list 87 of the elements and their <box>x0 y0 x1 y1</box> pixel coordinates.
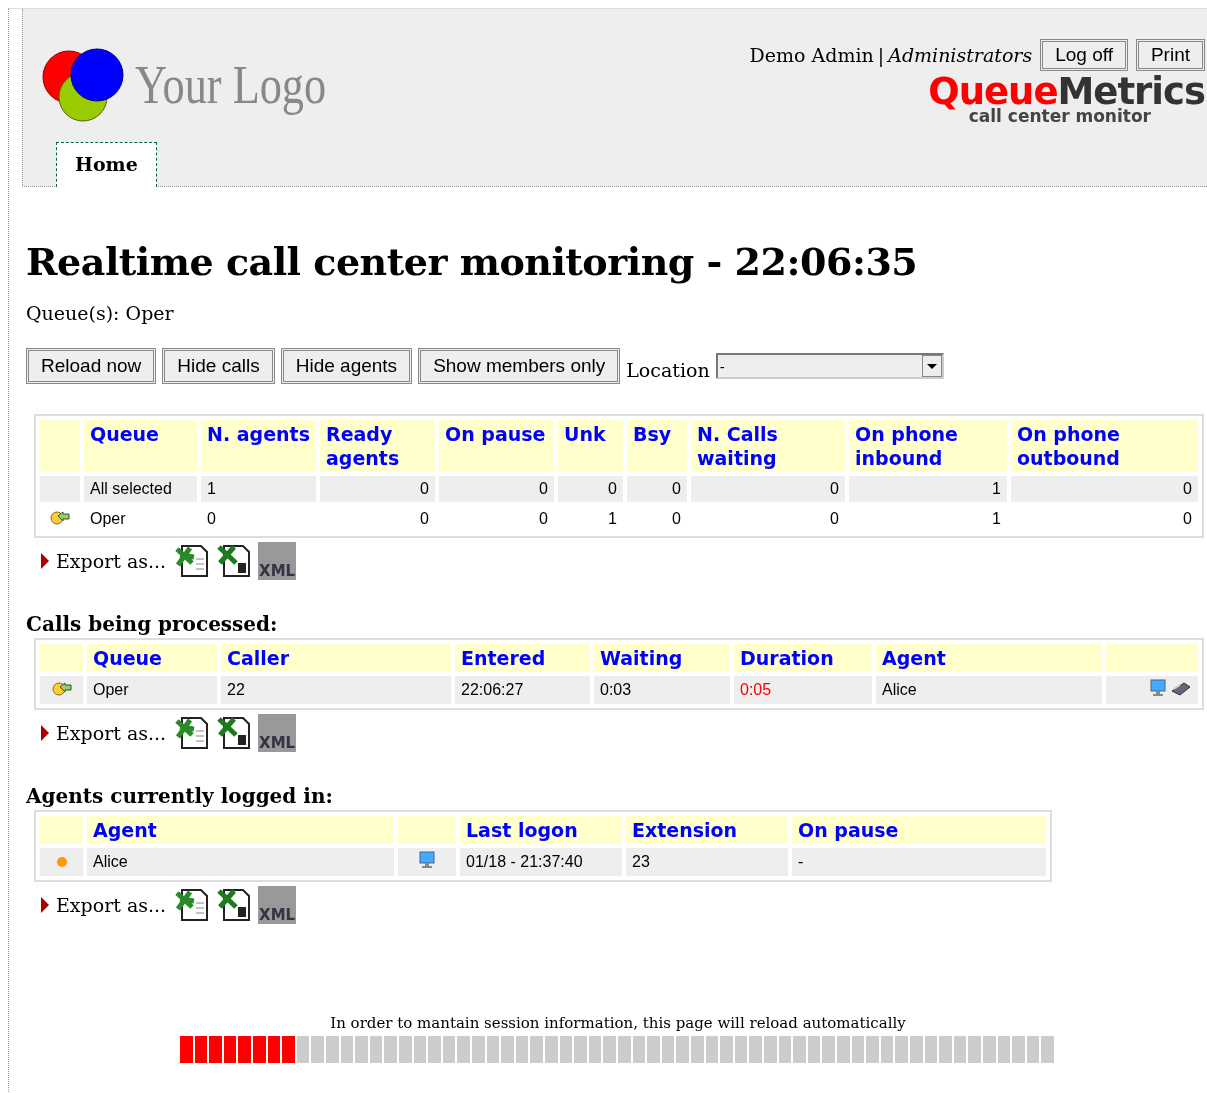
column-header[interactable]: On phone inbound <box>849 420 1007 472</box>
table-cell: 1 <box>201 476 316 502</box>
spreadsheet-icon[interactable] <box>174 543 211 579</box>
monitor-icon[interactable] <box>1150 679 1166 697</box>
user-name: Demo Admin <box>749 44 874 66</box>
export-link[interactable]: Export as... <box>56 894 167 916</box>
logo-text: Your Logo <box>135 54 327 116</box>
table-cell: 22 <box>221 676 451 704</box>
table-cell: 0 <box>691 476 845 502</box>
table-cell: 0 <box>439 476 554 502</box>
table-cell: 0:05 <box>734 676 872 704</box>
column-header[interactable]: Bsy <box>627 420 687 472</box>
toolbar-button[interactable]: Hide calls <box>162 348 275 384</box>
xml-icon[interactable]: XML <box>258 714 297 752</box>
table-cell-text: 0 <box>671 509 682 529</box>
xml-icon[interactable]: XML <box>258 886 297 924</box>
table-cell: Alice <box>87 848 394 876</box>
column-header[interactable]: Duration <box>734 644 872 672</box>
table-cell: 23 <box>626 848 788 876</box>
toolbar-button[interactable]: Show members only <box>418 348 621 384</box>
column-header[interactable]: Queue <box>84 420 197 472</box>
column-header[interactable]: Queue <box>87 644 217 672</box>
toolbar-button[interactable]: Hide agents <box>280 348 413 384</box>
queue-icon <box>51 680 72 696</box>
page-title: Realtime call center monitoring - 22:06:35 <box>26 239 919 284</box>
table-cell: 0:03 <box>594 676 730 704</box>
queue-icon <box>50 509 70 525</box>
column-header[interactable]: On phone outbound <box>1011 420 1198 472</box>
column-header[interactable]: On pause <box>439 420 554 472</box>
column-header[interactable]: N. agents <box>201 420 316 472</box>
queues-text: Queue(s): Oper <box>26 302 175 324</box>
column-header[interactable]: Unk <box>558 420 623 472</box>
nav-tab[interactable]: Home <box>56 142 157 187</box>
table-cell: All selected <box>84 476 197 502</box>
bullet-icon <box>40 724 50 742</box>
table-cell-text: 0 <box>206 509 217 529</box>
bullet-icon <box>40 552 50 570</box>
table-cell: 1 <box>849 476 1007 502</box>
column-header[interactable]: N. Calls waiting <box>691 420 845 472</box>
phone-icon[interactable] <box>1170 681 1192 697</box>
column-header[interactable]: Entered <box>455 644 590 672</box>
table-cell: 01/18 - 21:37:40 <box>460 848 622 876</box>
bullet-icon <box>40 896 50 914</box>
xml-icon[interactable]: XML <box>258 542 297 580</box>
table-cell-text: 0 <box>538 509 549 529</box>
export-link[interactable]: Export as... <box>56 722 167 744</box>
location-select[interactable]: - <box>715 353 944 379</box>
table-cell: 0 <box>320 476 435 502</box>
table-cell-text: 1 <box>607 509 618 529</box>
logo-icon <box>41 47 127 123</box>
spreadsheet-icon[interactable] <box>216 887 253 923</box>
separator: | <box>877 44 885 66</box>
section-title: Agents currently logged in: <box>26 784 334 808</box>
column-header[interactable]: Extension <box>626 816 788 844</box>
column-header[interactable]: Last logon <box>460 816 622 844</box>
table-cell-text: Oper <box>89 509 127 529</box>
monitor-icon[interactable] <box>419 851 435 869</box>
table-cell: - <box>792 848 1046 876</box>
header-button[interactable]: Log off <box>1040 39 1128 71</box>
header-button[interactable]: Print <box>1135 39 1205 71</box>
table-cell: 0 <box>1011 476 1198 502</box>
user-role: Administrators <box>888 44 1033 66</box>
caret-icon[interactable] <box>921 355 942 377</box>
table-cell: Alice <box>876 676 1102 704</box>
table-cell: 22:06:27 <box>455 676 590 704</box>
section-title: Calls being processed: <box>26 612 279 636</box>
table-cell-text: 0 <box>419 509 430 529</box>
spreadsheet-icon[interactable] <box>174 887 211 923</box>
spreadsheet-icon[interactable] <box>216 543 253 579</box>
table-cell-text: 0 <box>1182 509 1193 529</box>
spreadsheet-icon[interactable] <box>216 715 253 751</box>
column-header[interactable]: Waiting <box>594 644 730 672</box>
table-cell: 0 <box>558 476 623 502</box>
location-label: Location <box>626 359 710 381</box>
column-header[interactable]: Agent <box>87 816 394 844</box>
table-cell-text: 1 <box>991 509 1002 529</box>
table-cell: Oper <box>87 676 217 704</box>
column-header[interactable]: Caller <box>221 644 451 672</box>
table-cell: 0 <box>627 476 687 502</box>
column-header[interactable]: Ready agents <box>320 420 435 472</box>
export-link[interactable]: Export as... <box>56 550 167 572</box>
toolbar-button[interactable]: Reload now <box>26 348 157 384</box>
spreadsheet-icon[interactable] <box>174 715 211 751</box>
reload-message: In order to mantain session information, this page will reload automatically <box>329 1014 907 1032</box>
column-header[interactable]: On pause <box>792 816 1046 844</box>
column-header[interactable]: Agent <box>876 644 1102 672</box>
table-cell-text: 0 <box>829 509 840 529</box>
